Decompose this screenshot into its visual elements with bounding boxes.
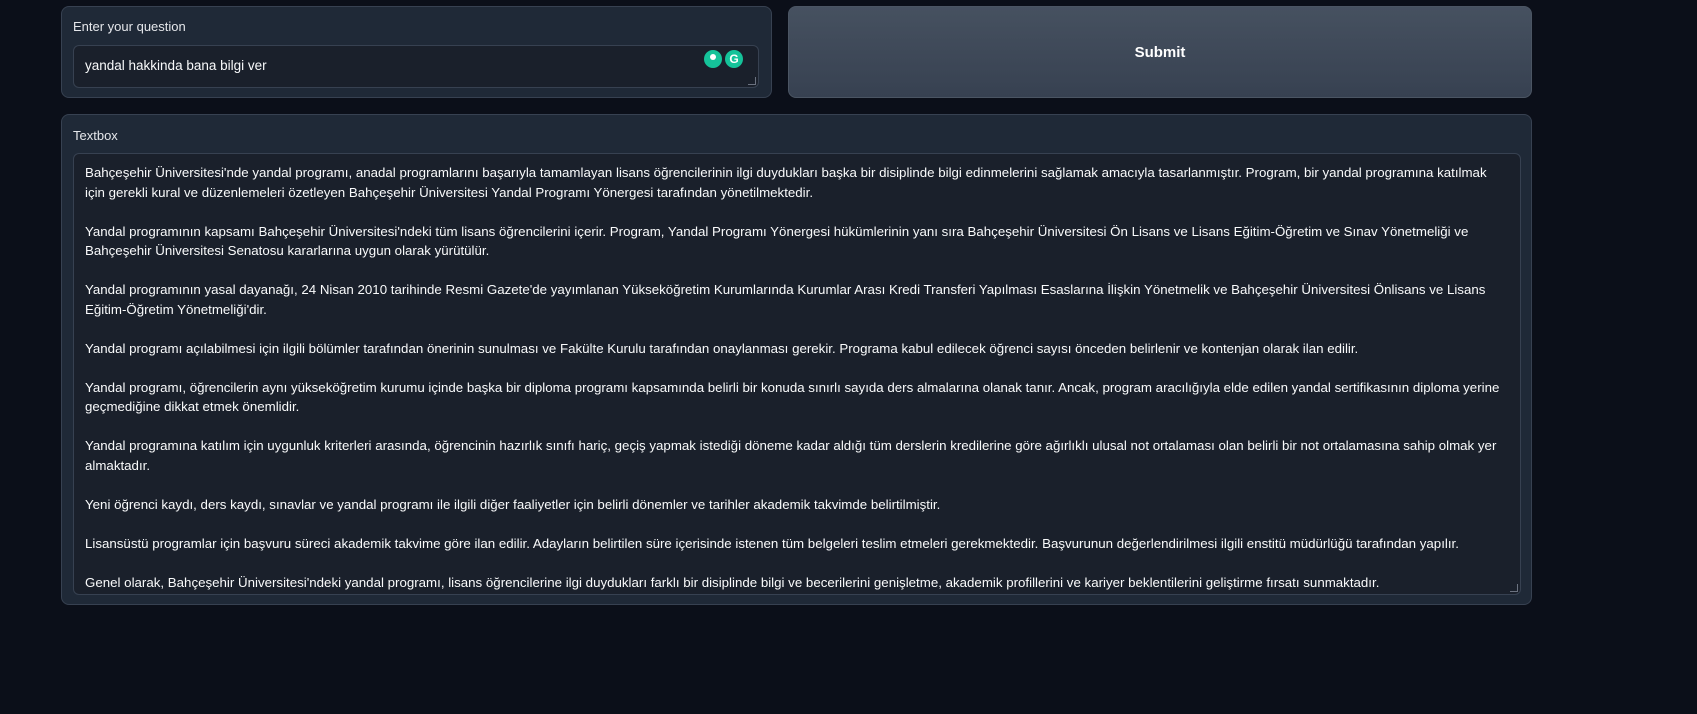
- answer-paragraph: Genel olarak, Bahçeşehir Üniversitesi'nd…: [85, 574, 1380, 590]
- answer-paragraph: Yandal programının yasal dayanağı, 24 Ni…: [85, 282, 1486, 317]
- grammarly-icon[interactable]: G: [701, 49, 746, 69]
- question-label: Enter your question: [73, 19, 186, 34]
- answer-paragraph: Lisansüstü programlar için başvuru sürec…: [85, 535, 1459, 551]
- grammarly-g-icon[interactable]: G: [725, 50, 743, 68]
- submit-button[interactable]: Submit: [788, 6, 1532, 98]
- answer-paragraph: Yandal programı, öğrencilerin aynı yükse…: [85, 379, 1500, 415]
- answer-paragraph: Yandal programına katılım için uygunluk …: [85, 438, 1497, 473]
- answer-paragraph: Yandal programının kapsamı Bahçeşehir Ün…: [85, 223, 1469, 259]
- question-input[interactable]: yandal hakkinda bana bilgi ver G: [73, 45, 759, 88]
- grammarly-bulb-icon[interactable]: [704, 50, 722, 68]
- textbox-label: Textbox: [73, 128, 118, 143]
- textbox-content: Bahçeşehir Üniversitesi'nde yandal progr…: [85, 163, 1508, 594]
- textbox-panel: Textbox Bahçeşehir Üniversitesi'nde yand…: [61, 114, 1532, 605]
- resize-handle-icon[interactable]: [748, 77, 756, 85]
- answer-paragraph: Bahçeşehir Üniversitesi'nde yandal progr…: [85, 165, 1487, 200]
- answer-paragraph: Yandal programı açılabilmesi için ilgili…: [85, 340, 1359, 356]
- question-panel: Enter your question yandal hakkinda bana…: [61, 6, 772, 98]
- question-input-value[interactable]: yandal hakkinda bana bilgi ver: [85, 58, 267, 73]
- resize-handle-icon[interactable]: [1510, 584, 1518, 592]
- textbox-output[interactable]: Bahçeşehir Üniversitesi'nde yandal progr…: [73, 153, 1521, 595]
- answer-paragraph: Yeni öğrenci kaydı, ders kaydı, sınavlar…: [85, 496, 941, 512]
